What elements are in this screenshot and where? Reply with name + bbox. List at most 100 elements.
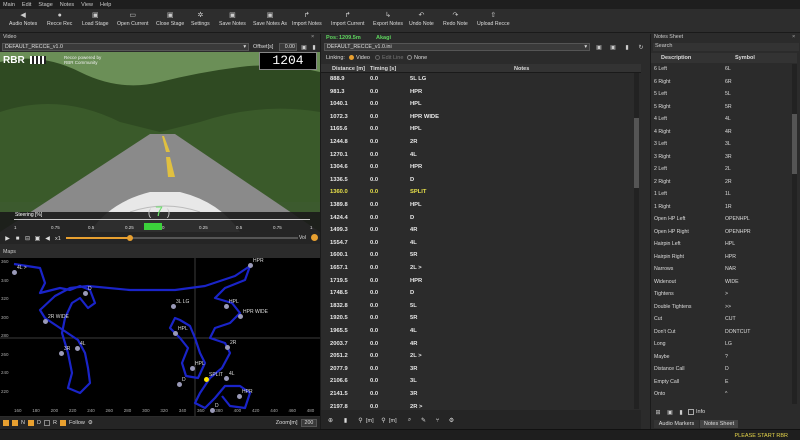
table-row[interactable]: 1336.5 0.0 D <box>321 174 641 187</box>
menu-item[interactable]: Help <box>100 2 111 8</box>
table-row[interactable]: 2197.8 0.0 2R > <box>321 401 641 409</box>
refresh-icon[interactable]: ↻ <box>637 43 645 51</box>
table-row[interactable]: 2141.5 0.0 3R <box>321 388 641 401</box>
scroll-thumb[interactable] <box>792 114 797 174</box>
tab-notes-sheet[interactable]: Notes Sheet <box>700 420 738 428</box>
panel-close-icon[interactable]: × <box>792 34 795 40</box>
scroll-thumb[interactable] <box>634 118 639 188</box>
toolbar-button[interactable]: ↱ Import Current <box>331 11 364 27</box>
sheet-row[interactable]: Onto ^ <box>651 388 781 401</box>
link-edit-radio[interactable] <box>375 55 380 60</box>
menu-item[interactable]: Stage <box>38 2 52 8</box>
toolbar-button[interactable]: ▣ Close Stage <box>156 11 184 27</box>
table-row[interactable]: 1424.4 0.0 D <box>321 212 641 225</box>
table-row[interactable]: 1165.6 0.0 HPL <box>321 123 641 136</box>
play-icon[interactable]: ▶ <box>3 234 12 243</box>
add-icon[interactable]: ⊞ <box>654 408 662 416</box>
legend-marker-icon[interactable] <box>3 420 9 426</box>
d-checkbox[interactable] <box>27 420 34 426</box>
toolbar-button[interactable]: ▣ Load Stage <box>82 11 109 27</box>
location-pin-icon[interactable]: ⚲ <box>356 416 365 425</box>
menu-item[interactable]: Main <box>3 2 15 8</box>
sheet-row[interactable]: Distance Call D <box>651 363 781 376</box>
sheet-row[interactable]: 3 Left 3L <box>651 138 781 151</box>
table-row[interactable]: 1270.1 0.0 4L <box>321 149 641 162</box>
skip-icon[interactable]: ◀ <box>43 234 52 243</box>
toolbar-button[interactable]: ↱ Import Notes <box>292 11 322 27</box>
trash-icon[interactable]: ▮ <box>310 43 318 51</box>
sheet-row[interactable]: 5 Left 5L <box>651 88 781 101</box>
table-row[interactable]: 1965.5 0.0 4L <box>321 325 641 338</box>
frame-back-icon[interactable]: ⊟ <box>23 234 32 243</box>
menu-item[interactable]: View <box>81 2 93 8</box>
link-video-radio[interactable] <box>349 55 354 60</box>
sheet-row[interactable]: 2 Right 2R <box>651 176 781 189</box>
sheet-row[interactable]: Hairpin Right HPR <box>651 251 781 264</box>
menu-item[interactable]: Notes <box>60 2 74 8</box>
table-row[interactable]: 1040.1 0.0 HPL <box>321 98 641 111</box>
table-row[interactable]: 1499.3 0.0 4R <box>321 224 641 237</box>
table-row[interactable]: 1244.8 0.0 2R <box>321 136 641 149</box>
table-row[interactable]: 981.3 0.0 HPR <box>321 86 641 99</box>
seek-bar[interactable] <box>66 235 298 241</box>
split-icon[interactable]: ⑂ <box>433 416 442 425</box>
toolbar-button[interactable]: ✲ Settings <box>191 11 210 27</box>
playback-speed[interactable]: x1 <box>55 236 61 242</box>
legend-marker-icon[interactable] <box>12 420 18 426</box>
sheet-row[interactable]: Maybe? <box>651 351 781 364</box>
table-row[interactable]: 1832.8 0.0 5L <box>321 300 641 313</box>
seek-handle[interactable] <box>127 235 133 241</box>
sheet-row[interactable]: Tightens > <box>651 288 781 301</box>
sheet-row[interactable]: 1 Right 1R <box>651 201 781 214</box>
sheet-row[interactable]: 4 Left 4L <box>651 113 781 126</box>
panel-close-icon[interactable]: × <box>311 34 314 40</box>
toolbar-button[interactable]: ◀ Audio Notes <box>9 11 37 27</box>
toolbar-button[interactable]: ↶ Undo Note <box>409 11 434 27</box>
sheet-row[interactable]: Cut CUT <box>651 313 781 326</box>
sheet-row[interactable]: Hairpin Left HPL <box>651 238 781 251</box>
toolbar-button[interactable]: ● Recce Rec <box>47 11 72 28</box>
sheet-row[interactable]: Widenout WIDE <box>651 276 781 289</box>
sheet-row[interactable]: 5 Right 5R <box>651 101 781 114</box>
save-offset-icon[interactable]: ▣ <box>300 43 308 51</box>
table-row[interactable]: 888.9 0.0 5L LG <box>321 73 641 86</box>
sheet-row[interactable]: 6 Left 6L <box>651 63 781 76</box>
stop-icon[interactable]: ■ <box>13 234 22 243</box>
video-file-select[interactable]: DEFAULT_RECCE_v1.0 ▾ <box>2 43 249 51</box>
location-pin-icon[interactable]: ⚲ <box>379 416 388 425</box>
save-icon[interactable]: ▣ <box>666 408 674 416</box>
add-note-icon[interactable]: ⊕ <box>326 416 335 425</box>
toolbar-button[interactable]: ↷ Redo Note <box>443 11 468 27</box>
table-row[interactable]: 2077.9 0.0 3R <box>321 363 641 376</box>
toolbar-button[interactable]: ⇧ Upload Recce <box>477 11 510 27</box>
sheet-row[interactable]: Open HP Left OPENHPL <box>651 213 781 226</box>
trash-icon[interactable]: ▮ <box>677 408 685 416</box>
sheet-row[interactable]: 1 Left 1L <box>651 188 781 201</box>
table-row[interactable]: 1657.1 0.0 2L > <box>321 262 641 275</box>
follow-checkbox[interactable] <box>59 420 66 426</box>
table-row[interactable]: 1072.3 0.0 HPR WIDE <box>321 111 641 124</box>
sheet-row[interactable]: 2 Left 2L <box>651 163 781 176</box>
r-checkbox[interactable] <box>43 420 50 426</box>
offset-input[interactable]: 0.00 <box>279 43 297 51</box>
table-row[interactable]: 1920.5 0.0 5R <box>321 312 641 325</box>
toolbar-button[interactable]: ↳ Export Notes <box>373 11 403 27</box>
table-row[interactable]: 2051.2 0.0 2L > <box>321 350 641 363</box>
delete-note-icon[interactable]: ▮ <box>341 416 350 425</box>
notes-scrollbar[interactable] <box>634 73 639 409</box>
sheet-row[interactable]: Double Tightens >> <box>651 301 781 314</box>
snapshot-icon[interactable]: ▣ <box>33 234 42 243</box>
table-row[interactable]: 2003.7 0.0 4R <box>321 338 641 351</box>
sheet-row[interactable]: Open HP Right OPENHPR <box>651 226 781 239</box>
wrench-icon[interactable]: ✎ <box>419 416 428 425</box>
save-notes-icon[interactable]: ▣ <box>595 43 603 51</box>
toolbar-button[interactable]: ▣ Save Notes As <box>253 11 287 27</box>
map-settings-icon[interactable]: ⚙ <box>88 420 93 426</box>
table-row[interactable]: 1600.1 0.0 5R <box>321 249 641 262</box>
map-view[interactable]: 4L > D HPR 3L LG HPL HPR WIDE 2R WIDE HPL 3R 4L 2R… <box>0 258 320 416</box>
sheet-row[interactable]: 4 Right 4R <box>651 126 781 139</box>
volume-handle[interactable] <box>311 234 318 241</box>
sheet-row[interactable]: Long LG <box>651 338 781 351</box>
table-row[interactable]: 2106.6 0.0 3L <box>321 375 641 388</box>
table-row[interactable]: 1360.0 0.0 SPLIT <box>321 186 641 199</box>
